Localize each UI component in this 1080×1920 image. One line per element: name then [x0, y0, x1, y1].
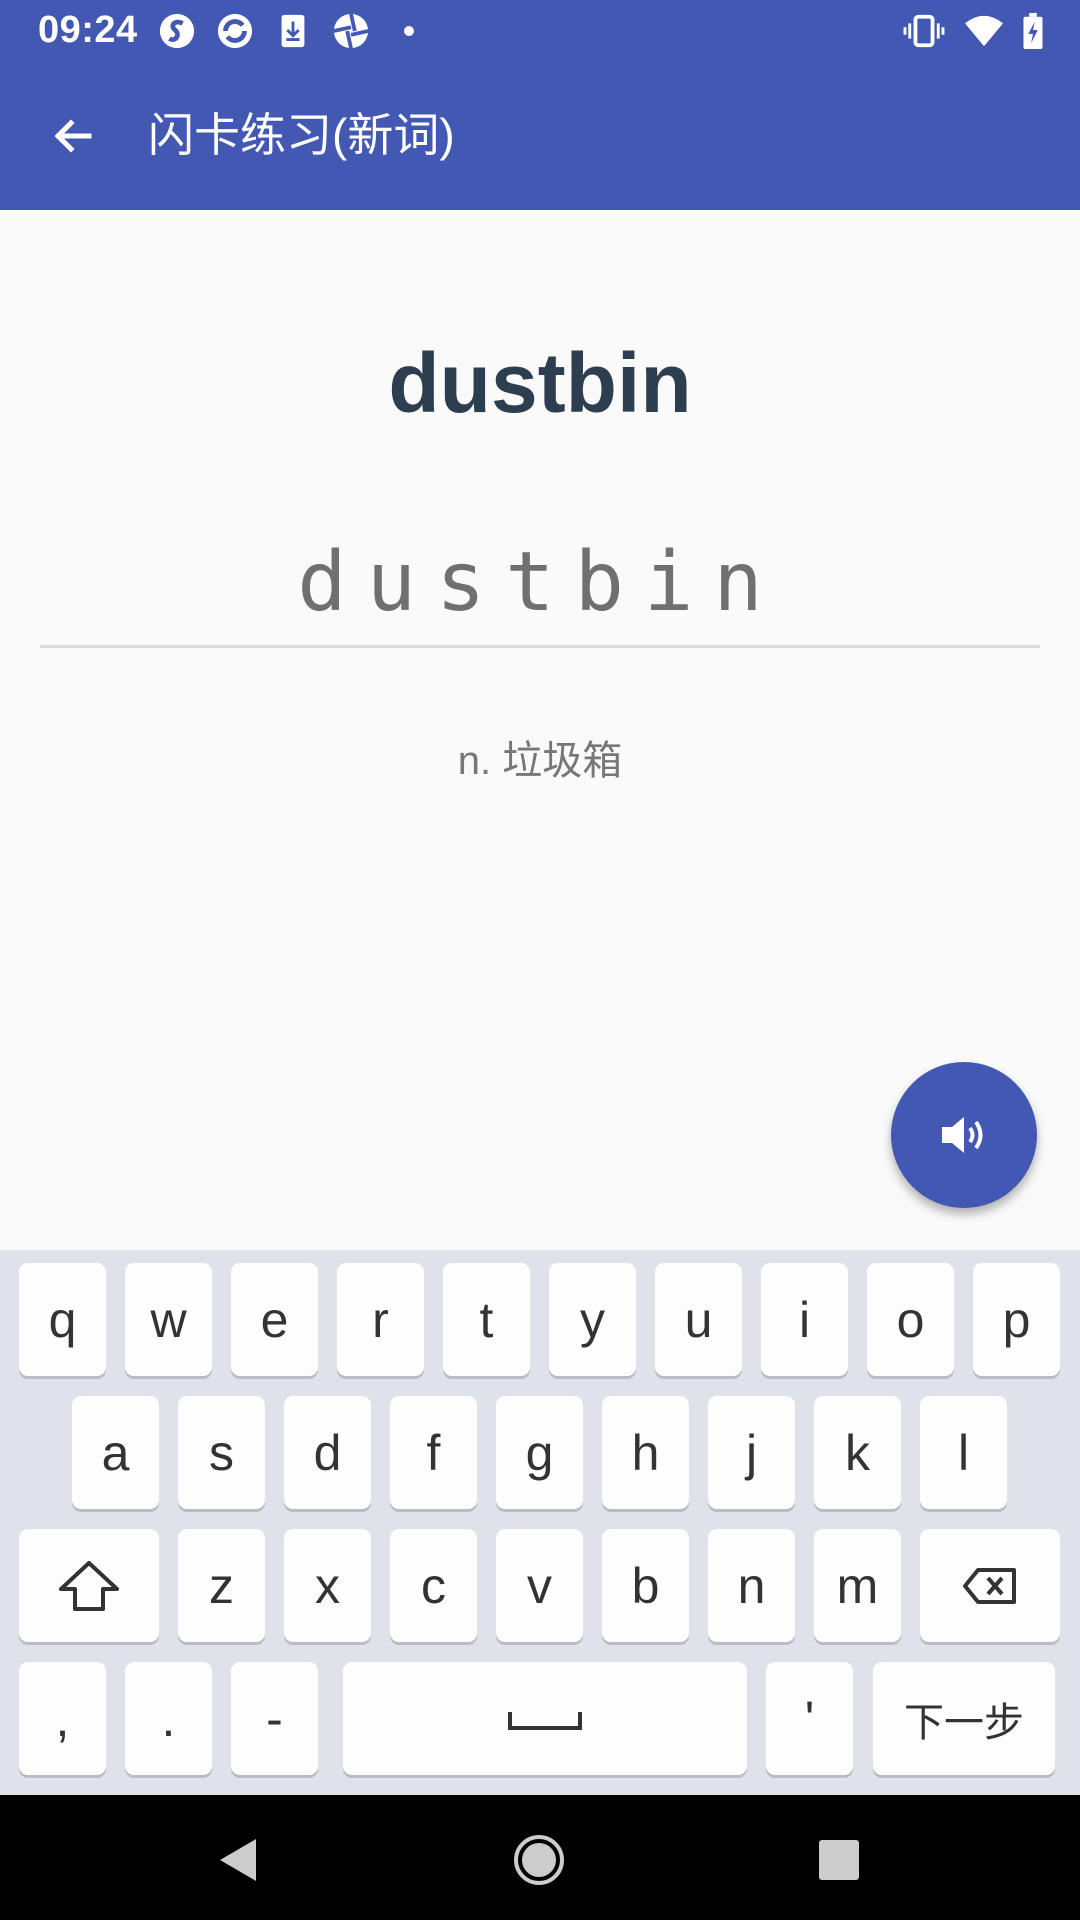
shift-icon	[59, 1560, 119, 1611]
key-p[interactable]: p	[973, 1263, 1060, 1376]
key-k[interactable]: k	[814, 1396, 901, 1509]
home-circle-icon	[514, 1835, 564, 1885]
arrow-back-icon	[54, 119, 92, 153]
key-q[interactable]: q	[19, 1263, 106, 1376]
play-audio-button[interactable]	[891, 1062, 1037, 1208]
key-a[interactable]: a	[72, 1396, 159, 1509]
key-w[interactable]: w	[125, 1263, 212, 1376]
key-e[interactable]: e	[231, 1263, 318, 1376]
triangle-back-icon	[220, 1839, 256, 1881]
word-definition: n. 垃圾箱	[457, 739, 623, 783]
nav-recents-button[interactable]	[804, 1825, 874, 1895]
back-button[interactable]	[36, 99, 110, 173]
word-title: dustbin	[388, 336, 692, 430]
key-period[interactable]: .	[125, 1662, 212, 1775]
speaker-icon	[942, 1117, 983, 1153]
sogou-icon	[159, 13, 195, 49]
answer-input[interactable]	[40, 520, 1040, 648]
key-x[interactable]: x	[284, 1529, 371, 1642]
nav-home-button[interactable]	[504, 1825, 574, 1895]
download-icon	[281, 14, 305, 48]
next-step-key[interactable]: 下一步	[873, 1662, 1055, 1775]
key-comma[interactable]: ,	[19, 1662, 106, 1775]
key-n[interactable]: n	[708, 1529, 795, 1642]
navigation-bar	[0, 1795, 1080, 1920]
key-g[interactable]: g	[496, 1396, 583, 1509]
key-f[interactable]: f	[390, 1396, 477, 1509]
aperture-icon	[333, 13, 369, 49]
key-i[interactable]: i	[761, 1263, 848, 1376]
soft-keyboard: q w e r t y u i o p a s d f g h j k l z …	[0, 1250, 1080, 1795]
space-bar-icon	[508, 1711, 582, 1730]
status-time: 09:24	[38, 9, 138, 51]
notification-dot	[404, 26, 414, 36]
status-bar: 09:24	[0, 0, 1080, 63]
backspace-icon	[963, 1567, 1016, 1604]
key-o[interactable]: o	[867, 1263, 954, 1376]
vibrate-icon	[903, 14, 945, 48]
battery-charging-icon	[1023, 12, 1043, 50]
page-title: 闪卡练习(新词)	[148, 109, 455, 161]
key-dash[interactable]: -	[231, 1662, 318, 1775]
key-h[interactable]: h	[602, 1396, 689, 1509]
key-u[interactable]: u	[655, 1263, 742, 1376]
key-z[interactable]: z	[178, 1529, 265, 1642]
square-recents-icon	[819, 1840, 859, 1880]
shift-key[interactable]	[19, 1529, 159, 1642]
key-y[interactable]: y	[549, 1263, 636, 1376]
sync-icon	[217, 13, 253, 49]
key-s[interactable]: s	[178, 1396, 265, 1509]
key-m[interactable]: m	[814, 1529, 901, 1642]
backspace-key[interactable]	[920, 1529, 1060, 1642]
key-apostrophe[interactable]: '	[766, 1662, 853, 1775]
space-key[interactable]	[343, 1662, 747, 1775]
key-b[interactable]: b	[602, 1529, 689, 1642]
key-t[interactable]: t	[443, 1263, 530, 1376]
key-r[interactable]: r	[337, 1263, 424, 1376]
wifi-icon	[965, 15, 1003, 47]
key-j[interactable]: j	[708, 1396, 795, 1509]
key-v[interactable]: v	[496, 1529, 583, 1642]
key-d[interactable]: d	[284, 1396, 371, 1509]
app-bar: 闪卡练习(新词)	[0, 63, 1080, 210]
nav-back-button[interactable]	[203, 1825, 273, 1895]
key-l[interactable]: l	[920, 1396, 1007, 1509]
key-c[interactable]: c	[390, 1529, 477, 1642]
